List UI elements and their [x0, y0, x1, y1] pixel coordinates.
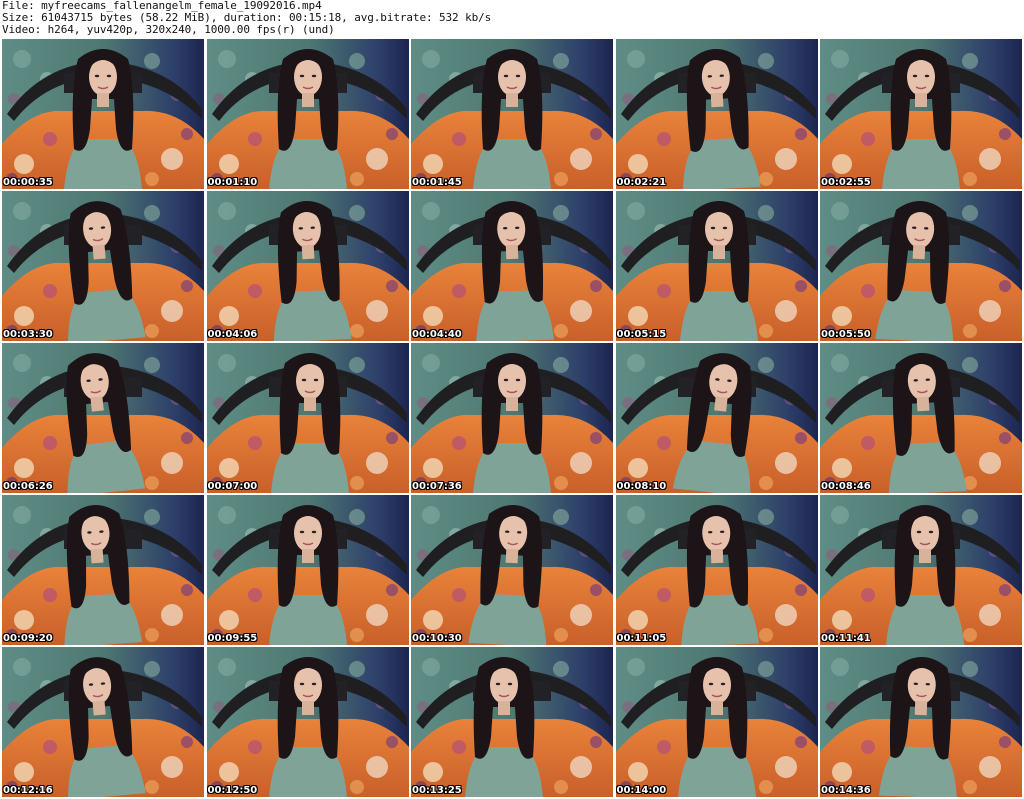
thumbnail-frame [820, 191, 1022, 341]
video-thumbnail: 00:12:50 [206, 647, 409, 797]
timestamp-label: 00:14:36 [821, 785, 871, 796]
thumbnail-frame [820, 495, 1022, 645]
video-thumbnail: 00:04:06 [206, 191, 409, 341]
thumbnail-frame [206, 343, 409, 493]
video-thumbnail: 00:05:15 [615, 191, 818, 341]
thumbnail-grid: 00:00:35 00:01:10 00:01:45 00:02:21 00:02:55… [2, 39, 1022, 797]
timestamp-label: 00:08:46 [821, 481, 871, 492]
timestamp-label: 00:04:06 [207, 329, 258, 340]
thumbnail-frame [411, 39, 613, 189]
thumbnail-frame [2, 191, 204, 341]
video-thumbnail: 00:14:00 [615, 647, 818, 797]
video-thumbnail: 00:09:20 [2, 495, 204, 645]
timestamp-label: 00:12:16 [3, 785, 53, 796]
timestamp-label: 00:14:00 [616, 785, 667, 796]
thumbnail-frame [2, 39, 204, 189]
thumbnail-frame [411, 647, 613, 797]
thumbnail-frame [615, 495, 818, 645]
contact-sheet-header: File: myfreecams_fallenangelm_female_190… [2, 0, 1022, 38]
video-thumbnail: 00:11:05 [615, 495, 818, 645]
timestamp-label: 00:08:10 [616, 481, 667, 492]
timestamp-label: 00:05:50 [821, 329, 871, 340]
video-thumbnail: 00:13:25 [411, 647, 613, 797]
thumbnail-frame [2, 495, 204, 645]
thumbnail-frame [411, 191, 613, 341]
video-thumbnail: 00:05:50 [820, 191, 1022, 341]
timestamp-label: 00:01:45 [412, 177, 462, 188]
video-thumbnail: 00:07:36 [411, 343, 613, 493]
thumbnail-frame [206, 647, 409, 797]
timestamp-label: 00:07:36 [412, 481, 462, 492]
video-thumbnail: 00:08:10 [615, 343, 818, 493]
timestamp-label: 00:06:26 [3, 481, 53, 492]
video-thumbnail: 00:11:41 [820, 495, 1022, 645]
timestamp-label: 00:02:55 [821, 177, 871, 188]
timestamp-label: 00:00:35 [3, 177, 53, 188]
timestamp-label: 00:07:00 [207, 481, 258, 492]
video-thumbnail: 00:12:16 [2, 647, 204, 797]
video-thumbnail: 00:02:55 [820, 39, 1022, 189]
timestamp-label: 00:11:41 [821, 633, 871, 644]
video-thumbnail: 00:10:30 [411, 495, 613, 645]
timestamp-label: 00:13:25 [412, 785, 462, 796]
thumbnail-frame [615, 647, 818, 797]
timestamp-label: 00:09:20 [3, 633, 53, 644]
timestamp-label: 00:11:05 [616, 633, 667, 644]
timestamp-label: 00:05:15 [616, 329, 667, 340]
thumbnail-frame [2, 647, 204, 797]
timestamp-label: 00:02:21 [616, 177, 667, 188]
timestamp-label: 00:01:10 [207, 177, 258, 188]
video-thumbnail: 00:01:10 [206, 39, 409, 189]
video-thumbnail: 00:01:45 [411, 39, 613, 189]
thumbnail-frame [615, 343, 818, 493]
timestamp-label: 00:09:55 [207, 633, 258, 644]
thumbnail-frame [820, 39, 1022, 189]
thumbnail-frame [411, 495, 613, 645]
thumbnail-frame [820, 343, 1022, 493]
video-thumbnail: 00:09:55 [206, 495, 409, 645]
timestamp-label: 00:04:40 [412, 329, 462, 340]
video-thumbnail: 00:04:40 [411, 191, 613, 341]
video-thumbnail: 00:08:46 [820, 343, 1022, 493]
thumbnail-frame [206, 39, 409, 189]
video-thumbnail: 00:06:26 [2, 343, 204, 493]
video-info-line: Video: h264, yuv420p, 320x240, 1000.00 f… [2, 23, 335, 36]
video-thumbnail: 00:14:36 [820, 647, 1022, 797]
thumbnail-frame [615, 191, 818, 341]
thumbnail-frame [820, 647, 1022, 797]
video-thumbnail: 00:00:35 [2, 39, 204, 189]
video-thumbnail: 00:07:00 [206, 343, 409, 493]
video-thumbnail: 00:03:30 [2, 191, 204, 341]
video-thumbnail: 00:02:21 [615, 39, 818, 189]
timestamp-label: 00:10:30 [412, 633, 462, 644]
thumbnail-frame [411, 343, 613, 493]
thumbnail-frame [615, 39, 818, 189]
timestamp-label: 00:03:30 [3, 329, 53, 340]
thumbnail-frame [2, 343, 204, 493]
thumbnail-frame [206, 495, 409, 645]
timestamp-label: 00:12:50 [207, 785, 258, 796]
thumbnail-frame [206, 191, 409, 341]
